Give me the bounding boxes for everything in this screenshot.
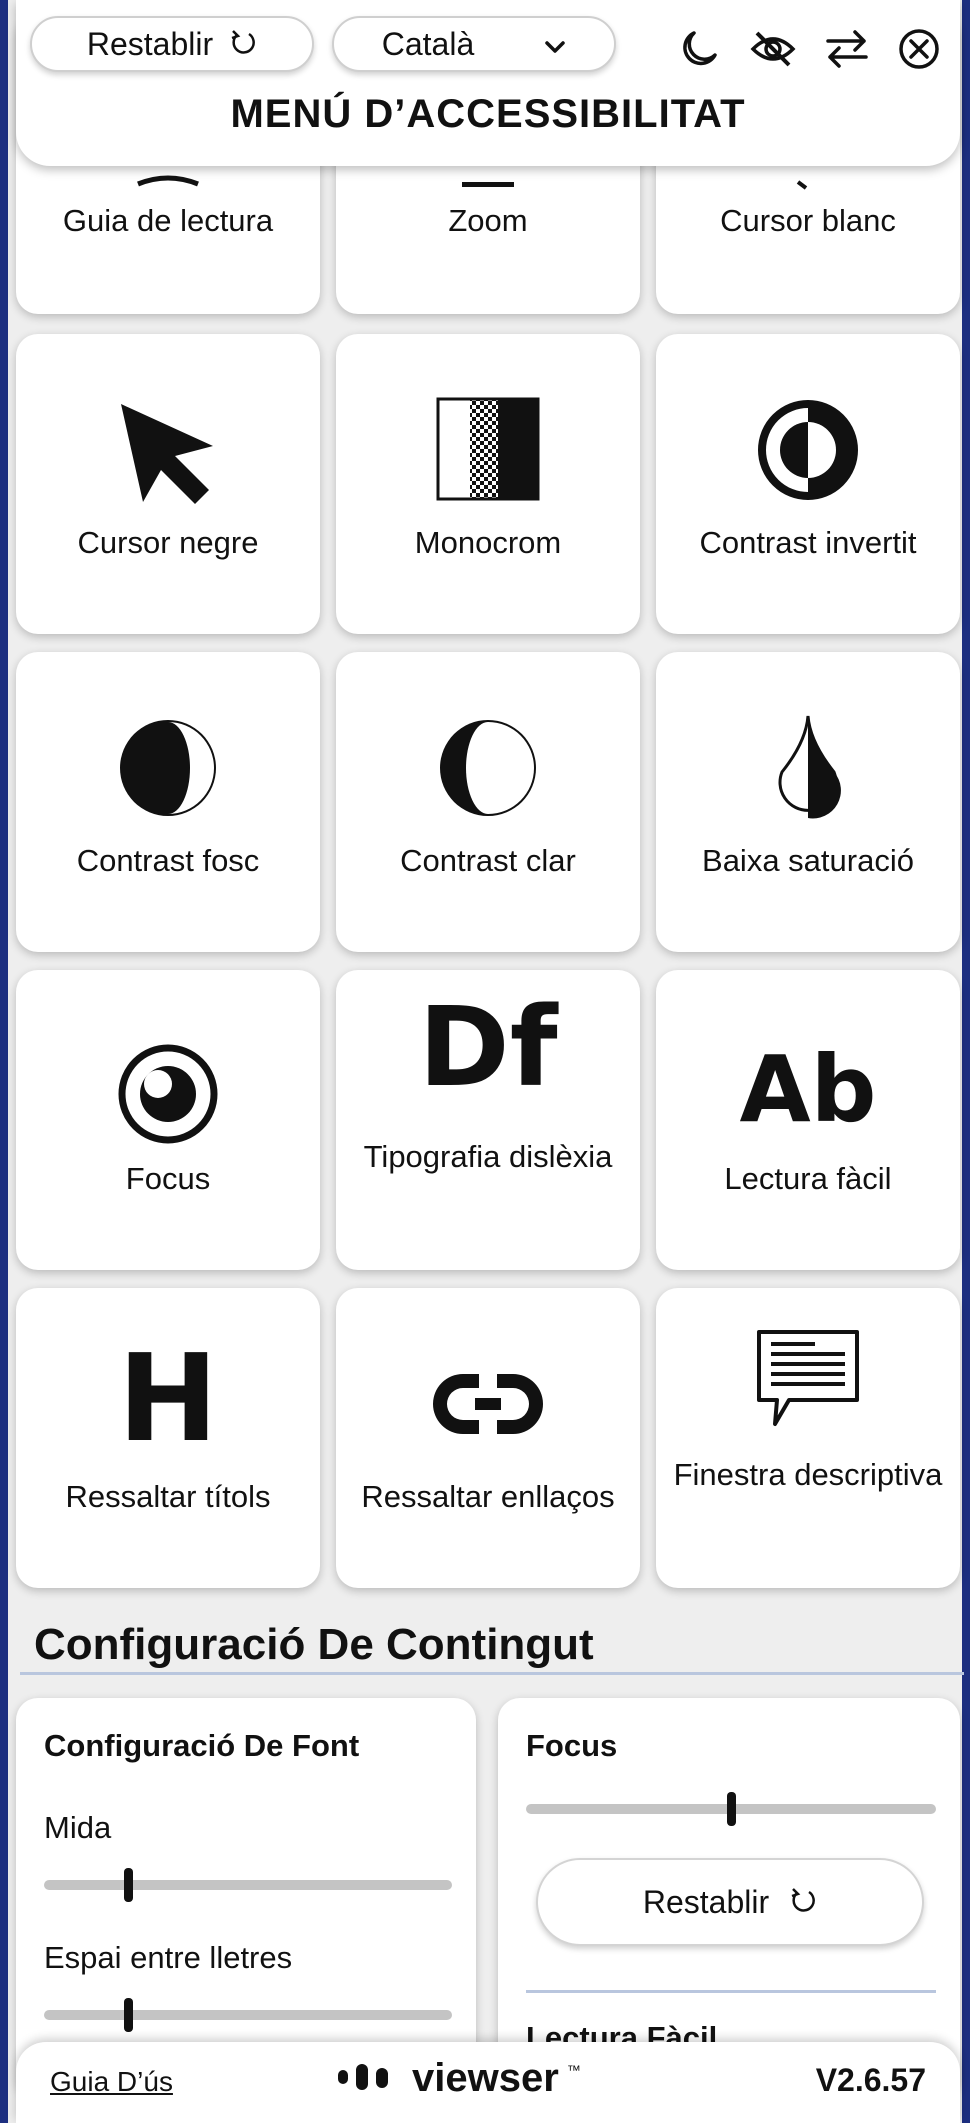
dark-contrast-icon [16,716,320,820]
tile-label: Ressaltar títols [65,1479,271,1514]
light-contrast-icon [336,716,640,820]
white-cursor-icon [656,178,960,192]
inverted-contrast-icon [656,398,960,502]
version-label: V2.6.57 [815,2062,926,2098]
letter-spacing-label: Espai entre lletres [44,1940,293,1975]
size-slider-thumb[interactable] [123,1868,133,1902]
highlight-titles-icon: H [117,1330,219,1469]
black-cursor-icon [16,398,320,508]
low-saturation-icon [656,712,960,822]
focus-reset-label: Restablir [642,1883,770,1920]
brand-logo: viewser ™ [336,2056,581,2101]
size-slider[interactable] [44,1868,452,1902]
font-settings-panel: Configuració De Font Mida Espai entre ll… [16,1698,476,2098]
tile-label: Guia de lectura [62,203,274,238]
letter-spacing-slider[interactable] [44,1998,452,2032]
tile-light-contrast[interactable]: Contrast clar [336,652,640,952]
letter-spacing-slider-thumb[interactable] [123,1998,133,2032]
menu-header: Restablir Català MENÚ D’ACCESSIBILITAT [16,0,960,166]
font-panel-title: Configuració De Font [44,1728,360,1763]
tile-label: Contrast fosc [76,843,260,878]
tile-label: Lectura fàcil [724,1161,892,1196]
accessibility-menu: { "header": { "reset_label": "Restablir"… [0,0,970,2123]
tile-label: Contrast invertit [699,525,917,560]
tile-low-saturation[interactable]: Baixa saturació [656,652,960,952]
menu-title: MENÚ D’ACCESSIBILITAT [230,92,746,136]
panel-divider [526,1990,936,1993]
size-label: Mida [44,1810,112,1845]
zoom-icon [336,180,640,190]
tile-monochrome[interactable]: Monocrom [336,334,640,634]
tile-label: Ressaltar enllaços [361,1479,615,1514]
reset-icon [789,1884,817,1921]
tile-label: Monocrom [414,525,562,560]
focus-icon [16,1042,320,1146]
viewser-logo-icon [336,2056,404,2101]
reset-label: Restablir [86,25,214,62]
section-title: Configuració De Contingut [34,1620,594,1669]
descriptive-window-icon [656,1328,960,1432]
monochrome-icon [336,396,640,502]
focus-settings-panel: Focus Restablir Lectura Fàcil [498,1698,960,2098]
tile-label: Zoom [448,203,528,238]
language-select[interactable]: Català [332,16,616,72]
tile-inverted-contrast[interactable]: Contrast invertit [656,334,960,634]
tile-label: Cursor blanc [720,203,896,238]
trademark: ™ [566,2062,581,2078]
focus-slider-thumb[interactable] [726,1792,736,1826]
reading-guide-icon [16,174,320,194]
tile-easy-reading[interactable]: Ab Lectura fàcil [656,970,960,1270]
section-divider [20,1672,964,1675]
tile-highlight-links[interactable]: Ressaltar enllaços [336,1288,640,1588]
focus-panel-title: Focus [526,1728,618,1763]
left-page-edge [0,0,8,2123]
dyslexia-font-icon: Df [418,983,558,1111]
tile-label: Baixa saturació [702,843,914,878]
tile-label: Tipografia dislèxia [363,1139,613,1174]
swap-icon[interactable] [822,24,872,74]
footer: Guia D’ús viewser ™ V2.6.57 [16,2042,960,2123]
tile-label: Cursor negre [77,525,259,560]
tile-label: Finestra descriptiva [673,1457,943,1492]
focus-slider[interactable] [526,1792,936,1826]
hide-icon[interactable] [748,24,798,74]
usage-guide-link[interactable]: Guia D’ús [50,2066,173,2098]
reset-button[interactable]: Restablir [30,16,314,72]
tile-dyslexia-font[interactable]: Df Tipografia dislèxia [336,970,640,1270]
right-page-edge [962,0,970,2123]
tile-descriptive-window[interactable]: Finestra descriptiva [656,1288,960,1588]
tile-focus[interactable]: Focus [16,970,320,1270]
tile-highlight-titles[interactable]: H Ressaltar títols [16,1288,320,1588]
chevron-down-icon [544,26,566,63]
tile-label: Focus [125,1161,211,1196]
focus-reset-button[interactable]: Restablir [536,1858,924,1946]
tile-black-cursor[interactable]: Cursor negre [16,334,320,634]
language-value: Català [381,25,475,62]
moon-icon[interactable] [674,24,724,74]
brand-name: viewser [412,2056,559,2100]
easy-reading-icon: Ab [739,1036,877,1143]
highlight-links-icon [336,1364,640,1444]
close-icon[interactable] [894,24,944,74]
tile-label: Contrast clar [400,843,576,878]
tile-dark-contrast[interactable]: Contrast fosc [16,652,320,952]
reset-icon [229,26,257,63]
